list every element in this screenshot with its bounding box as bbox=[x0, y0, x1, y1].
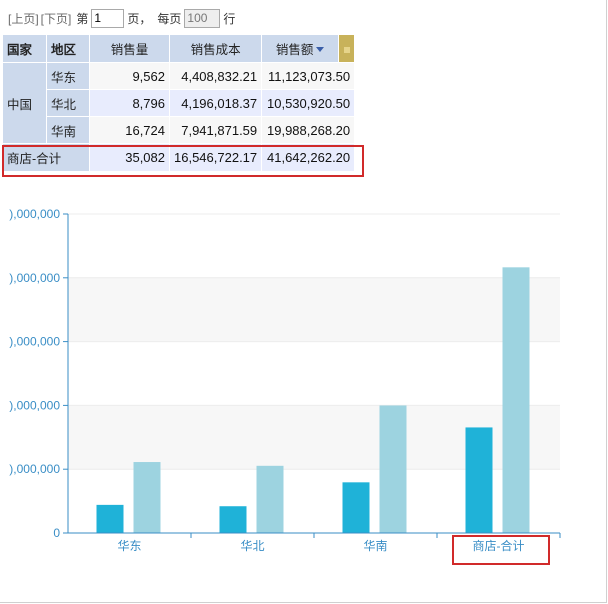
header-sales[interactable]: 销售额 bbox=[261, 34, 340, 63]
cell-sales: 19,988,268.20 bbox=[261, 116, 356, 144]
cell-sales: 11,123,073.50 bbox=[261, 62, 356, 90]
cell-sales: 10,530,920.50 bbox=[261, 89, 356, 117]
cell-cost: 4,408,832.21 bbox=[168, 62, 263, 90]
y-tick-label: 0 bbox=[53, 526, 60, 540]
table-header-row: 国家 地区 销售量 销售成本 销售额 bbox=[2, 34, 356, 63]
cell-region: 华东 bbox=[46, 62, 90, 90]
bar bbox=[465, 427, 493, 533]
page-size-input[interactable] bbox=[184, 8, 221, 28]
sales-bar-chart: 0 ),000,000 ),000,000 ),000,000 ),000,000 ),0… bbox=[9, 207, 561, 565]
page-suffix-label: 页， bbox=[127, 11, 152, 26]
sort-desc-icon[interactable] bbox=[316, 47, 325, 52]
x-category-label: 华南 bbox=[363, 538, 387, 553]
header-cost-label: 销售成本 bbox=[190, 43, 241, 57]
page-size-suffix-label: 行 bbox=[223, 11, 236, 26]
column-menu-icon bbox=[343, 46, 350, 53]
y-tick-label: ),000,000 bbox=[9, 335, 60, 349]
y-tick-label: ),000,000 bbox=[9, 398, 60, 412]
total-row-highlight bbox=[2, 145, 364, 177]
column-menu-button[interactable] bbox=[338, 34, 356, 63]
cell-cost: 4,196,018.37 bbox=[168, 89, 263, 117]
page-prefix-label: 第 bbox=[76, 11, 89, 26]
header-cost[interactable]: 销售成本 bbox=[168, 34, 263, 63]
bar bbox=[96, 504, 124, 533]
table-row: 中国 华东 9,562 4,408,832.21 11,123,073.50 bbox=[2, 62, 356, 144]
x-category-label: 华北 bbox=[240, 539, 264, 553]
header-region[interactable]: 地区 bbox=[46, 34, 90, 63]
prev-page-link[interactable]: [上页] bbox=[8, 10, 39, 27]
y-tick-label: ),000,000 bbox=[9, 271, 60, 285]
page-number-input[interactable] bbox=[91, 8, 125, 28]
y-tick-label: ),000,000 bbox=[9, 462, 60, 476]
page-size-prefix-label: 每页 bbox=[157, 11, 182, 26]
grid-band bbox=[68, 214, 560, 278]
x-category-label: 商店-合计 bbox=[473, 538, 525, 553]
table-row: 华南 16,724 7,941,871.59 19,988,268.20 bbox=[3, 116, 356, 144]
cell-cost: 7,941,871.59 bbox=[168, 116, 263, 144]
header-qty[interactable]: 销售量 bbox=[89, 34, 170, 63]
grid-band bbox=[68, 277, 560, 342]
header-sales-label: 销售额 bbox=[275, 43, 314, 57]
bar bbox=[133, 462, 161, 533]
next-page-link[interactable]: [下页] bbox=[41, 10, 72, 27]
pager-bar: [上页] [下页] 第 页， 每页 行 bbox=[8, 8, 238, 28]
cell-qty: 8,796 bbox=[89, 89, 170, 117]
x-category-label: 华东 bbox=[117, 539, 141, 553]
bar bbox=[342, 482, 370, 533]
cell-qty: 16,724 bbox=[89, 116, 170, 144]
bar bbox=[502, 267, 530, 533]
grid-band bbox=[68, 341, 560, 406]
y-tick-label: ),000,000 bbox=[9, 207, 60, 221]
bar bbox=[219, 506, 247, 533]
cell-country: 中国 bbox=[2, 62, 47, 144]
cell-qty: 9,562 bbox=[89, 62, 170, 90]
y-axis-ticks: 0 ),000,000 ),000,000 ),000,000 ),000,000 ),0… bbox=[9, 207, 68, 540]
bar bbox=[379, 405, 407, 533]
table-row: 华北 8,796 4,196,018.37 10,530,920.50 bbox=[3, 89, 356, 117]
header-qty-label: 销售量 bbox=[110, 43, 149, 57]
bar bbox=[256, 465, 284, 533]
cell-region: 华南 bbox=[46, 116, 90, 144]
cell-region: 华北 bbox=[46, 89, 90, 117]
header-country[interactable]: 国家 bbox=[2, 34, 47, 63]
